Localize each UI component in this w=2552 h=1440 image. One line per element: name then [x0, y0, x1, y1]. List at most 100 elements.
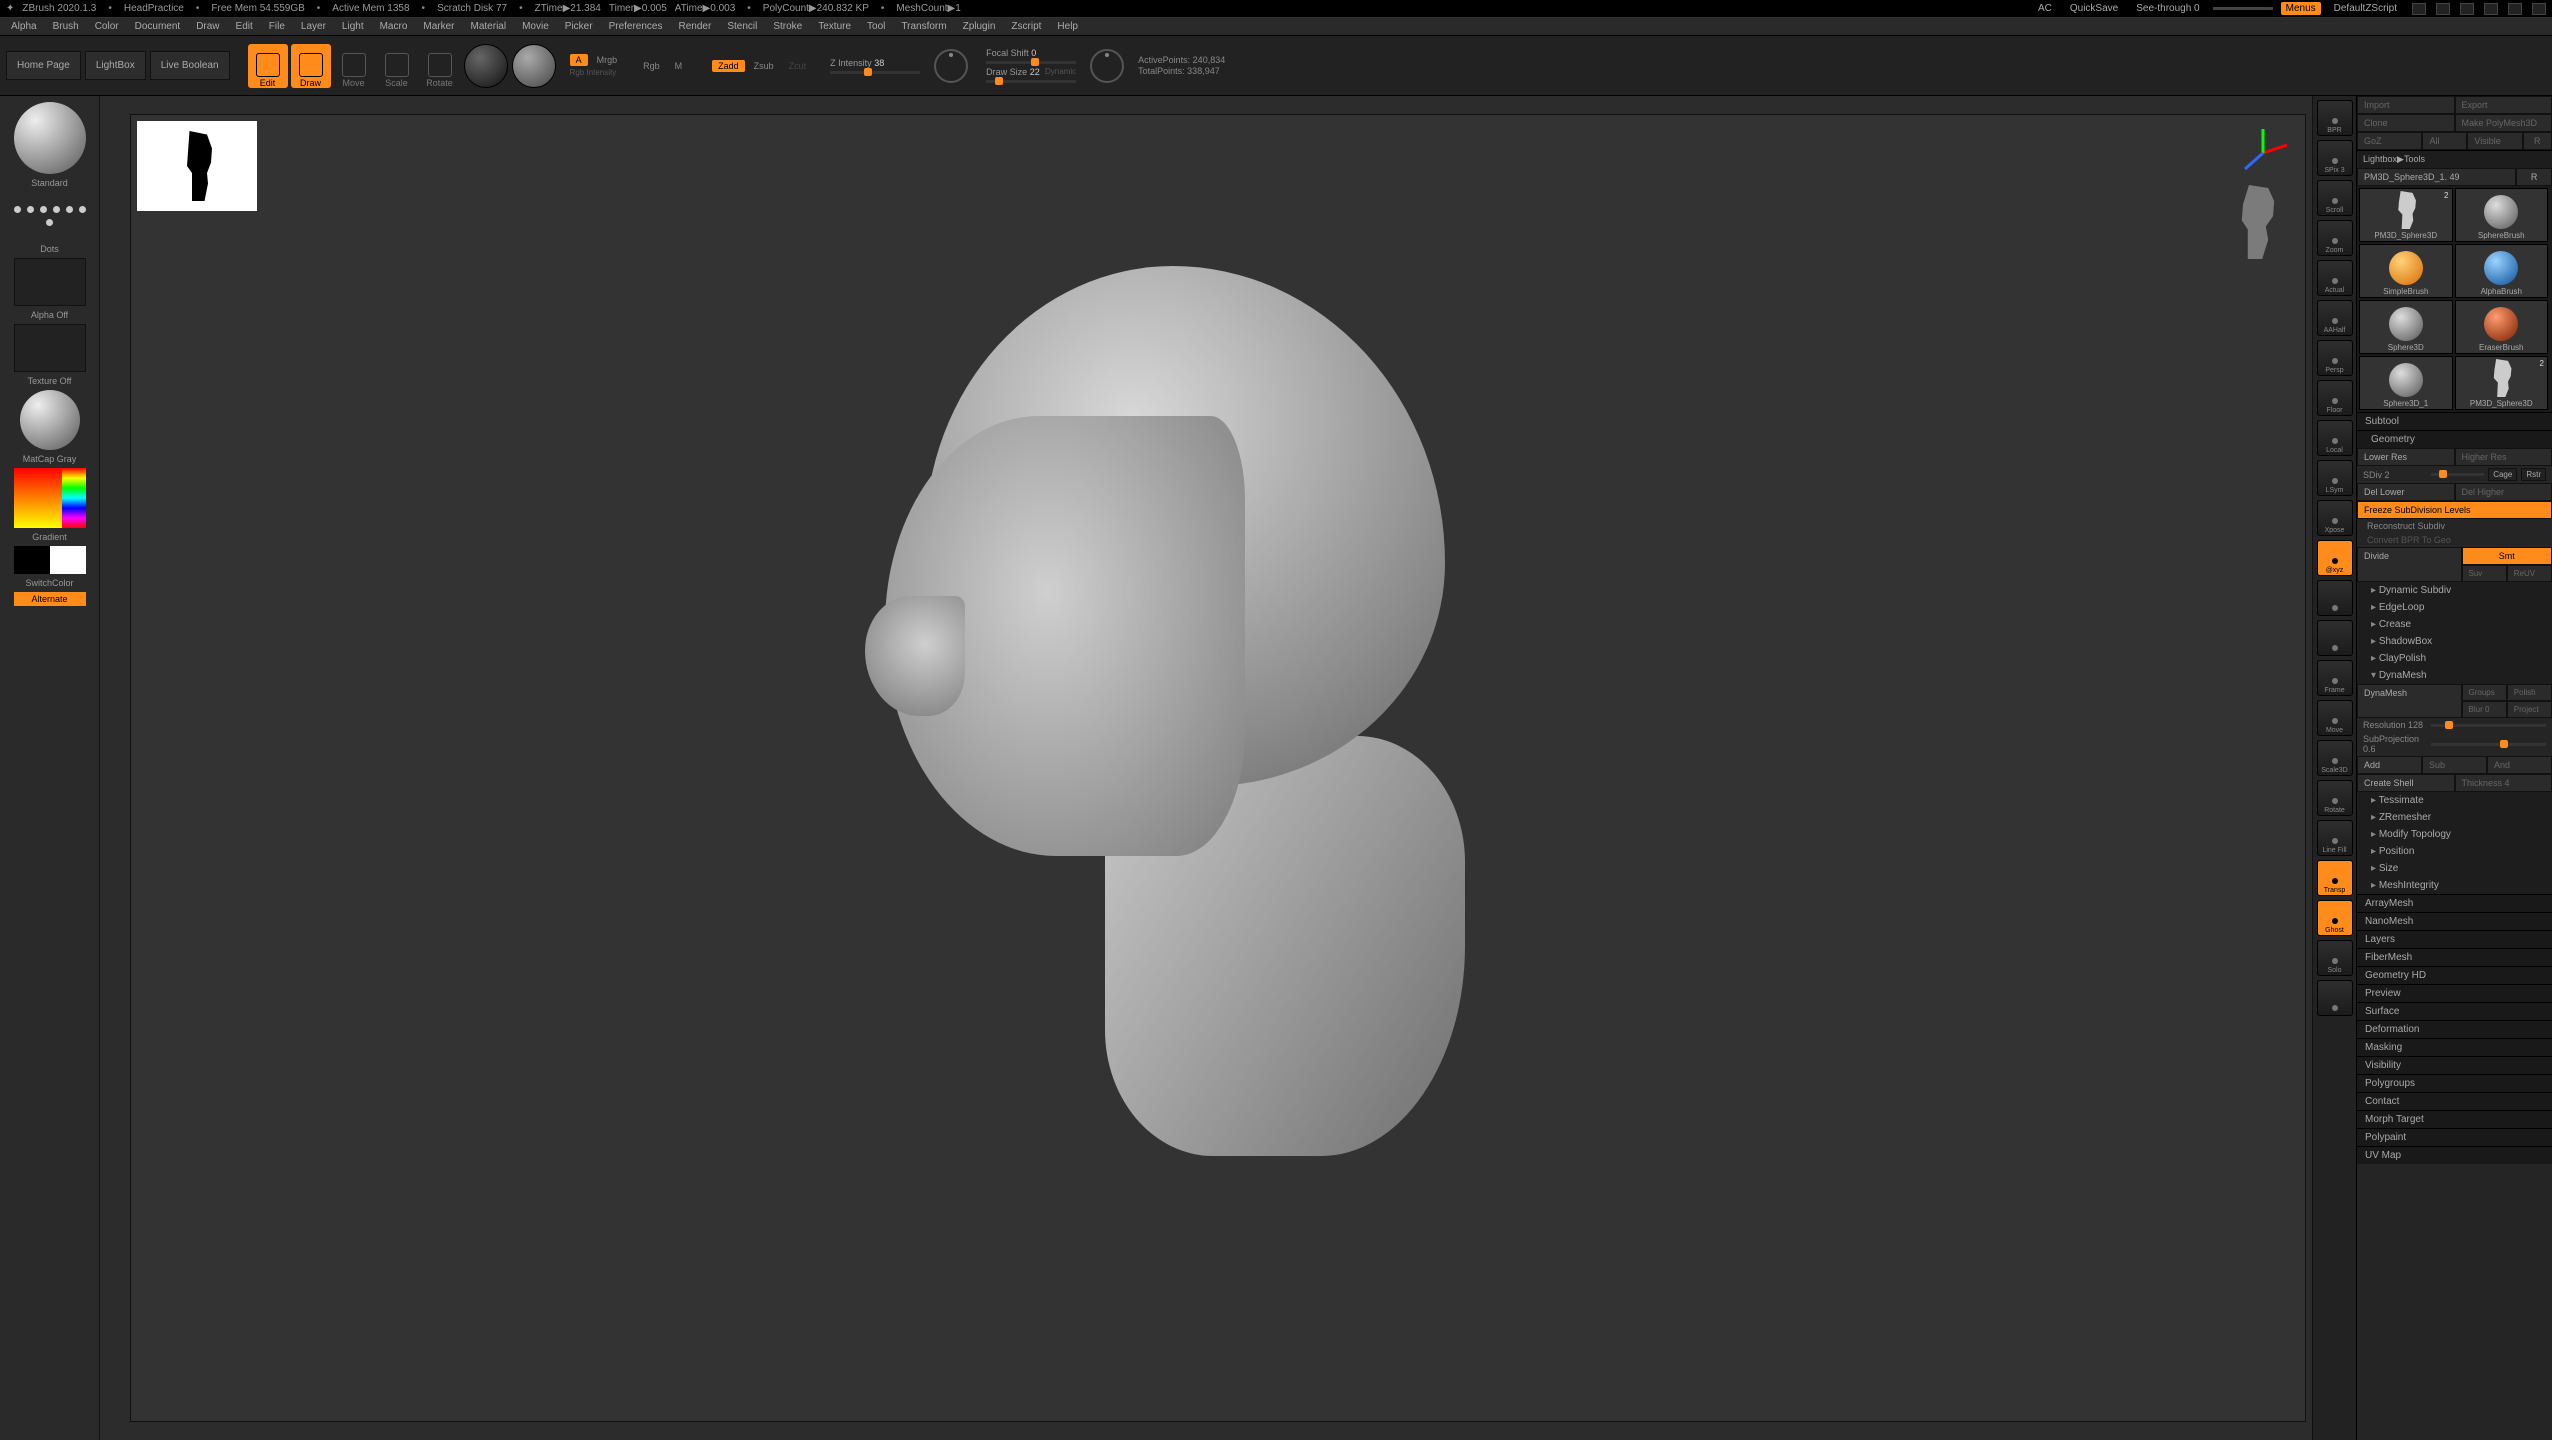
alternate-button[interactable]: Alternate — [14, 592, 86, 606]
menu-movie[interactable]: Movie — [515, 19, 556, 34]
zsub-toggle[interactable]: Zsub — [748, 60, 780, 72]
section-geometry-hd[interactable]: Geometry HD — [2357, 966, 2552, 984]
document-canvas[interactable] — [130, 114, 2306, 1422]
zadd-toggle[interactable]: Zadd — [712, 60, 745, 72]
section-masking[interactable]: Masking — [2357, 1038, 2552, 1056]
camera-preview-icon[interactable] — [2225, 185, 2285, 259]
draw-size-slider[interactable] — [986, 80, 1076, 83]
divide-button[interactable]: Divide — [2357, 547, 2462, 582]
thickness-field[interactable]: Thickness 4 — [2455, 774, 2552, 792]
claypolish-section[interactable]: ClayPolish — [2357, 650, 2552, 667]
vstrip-line-fill[interactable]: Line Fill — [2317, 820, 2353, 856]
menu-picker[interactable]: Picker — [558, 19, 600, 34]
lower-res-button[interactable]: Lower Res — [2357, 448, 2455, 466]
menu-texture[interactable]: Texture — [811, 19, 858, 34]
move-tool[interactable]: Move — [334, 44, 374, 88]
menu-stroke[interactable]: Stroke — [766, 19, 809, 34]
dynamesh-button[interactable]: DynaMesh — [2357, 684, 2462, 718]
zremesher-section[interactable]: ZRemesher — [2357, 809, 2552, 826]
sdiv-slider[interactable] — [2431, 473, 2484, 476]
vstrip-spix-3[interactable]: SPix 3 — [2317, 140, 2353, 176]
color-picker[interactable] — [14, 468, 86, 528]
groups-button[interactable]: Groups — [2462, 684, 2507, 701]
section-fibermesh[interactable]: FiberMesh — [2357, 948, 2552, 966]
blur-field[interactable]: Blur 0 — [2462, 701, 2507, 718]
tool-thumb-pm3d_sphere3d[interactable]: 2PM3D_Sphere3D — [2359, 188, 2453, 242]
menus-toggle[interactable]: Menus — [2281, 2, 2321, 15]
vstrip--xyz[interactable]: @xyz — [2317, 540, 2353, 576]
geometry-section[interactable]: Geometry — [2357, 430, 2552, 448]
section-layers[interactable]: Layers — [2357, 930, 2552, 948]
convert-bpr-button[interactable]: Convert BPR To Geo — [2357, 533, 2552, 547]
history-thumbnail[interactable] — [137, 121, 257, 211]
mrgb-toggle[interactable]: Mrgb — [591, 54, 624, 66]
vstrip-move[interactable]: Move — [2317, 700, 2353, 736]
section-morph-target[interactable]: Morph Target — [2357, 1110, 2552, 1128]
menu-document[interactable]: Document — [128, 19, 188, 34]
add-button[interactable]: Add — [2357, 756, 2422, 774]
polish-button[interactable]: Polish — [2507, 684, 2552, 701]
section-polygroups[interactable]: Polygroups — [2357, 1074, 2552, 1092]
menu-zplugin[interactable]: Zplugin — [956, 19, 1003, 34]
switchcolor-label[interactable]: SwitchColor — [25, 578, 73, 588]
tool-name[interactable]: PM3D_Sphere3D_1. 49 — [2357, 168, 2516, 186]
home-page-tab[interactable]: Home Page — [6, 51, 81, 80]
sub-button[interactable]: Sub — [2422, 756, 2487, 774]
vstrip-floor[interactable]: Floor — [2317, 380, 2353, 416]
alpha-slot[interactable] — [14, 258, 86, 306]
rotate-tool[interactable]: Rotate — [420, 44, 460, 88]
zcut-toggle[interactable]: Zcut — [783, 60, 813, 72]
vstrip-aahalf[interactable]: AAHalf — [2317, 300, 2353, 336]
menu-light[interactable]: Light — [335, 19, 371, 34]
tool-thumb-alphabrush[interactable]: AlphaBrush — [2455, 244, 2549, 298]
edgeloop-section[interactable]: EdgeLoop — [2357, 599, 2552, 616]
create-shell-button[interactable]: Create Shell — [2357, 774, 2455, 792]
draw-tool[interactable]: Draw — [291, 44, 331, 88]
smt-button[interactable]: Smt — [2462, 547, 2552, 565]
seethrough-slider[interactable] — [2213, 7, 2273, 10]
sculpt-mesh[interactable] — [865, 266, 1485, 1166]
a-toggle[interactable]: A — [570, 54, 588, 66]
menu-preferences[interactable]: Preferences — [602, 19, 670, 34]
menu-edit[interactable]: Edit — [229, 19, 260, 34]
cage-button[interactable]: Cage — [2488, 468, 2517, 481]
rgb-toggle[interactable]: Rgb — [637, 60, 666, 72]
edit-tool[interactable]: Edit — [248, 44, 288, 88]
section-preview[interactable]: Preview — [2357, 984, 2552, 1002]
shadowbox-section[interactable]: ShadowBox — [2357, 633, 2552, 650]
goz-r-button[interactable]: R — [2523, 132, 2552, 150]
higher-res-button[interactable]: Higher Res — [2455, 448, 2552, 466]
vstrip-frame[interactable]: Frame — [2317, 660, 2353, 696]
menu-color[interactable]: Color — [88, 19, 126, 34]
crease-section[interactable]: Crease — [2357, 616, 2552, 633]
lightbox-tools-nav[interactable]: Lightbox▶Tools — [2357, 150, 2552, 168]
menu-tool[interactable]: Tool — [860, 19, 892, 34]
size-section[interactable]: Size — [2357, 860, 2552, 877]
gradient-label[interactable]: Gradient — [32, 532, 67, 542]
focal-shift-dial[interactable] — [934, 49, 968, 83]
vstrip-local[interactable]: Local — [2317, 420, 2353, 456]
menu-alpha[interactable]: Alpha — [4, 19, 44, 34]
modify-topology-section[interactable]: Modify Topology — [2357, 826, 2552, 843]
material-preview-icon[interactable] — [20, 390, 80, 450]
make-polymesh-button[interactable]: Make PolyMesh3D — [2455, 114, 2552, 132]
tool-thumb-sphere3d[interactable]: Sphere3D — [2359, 300, 2453, 354]
dynamic-subdiv-section[interactable]: Dynamic Subdiv — [2357, 582, 2552, 599]
section-polypaint[interactable]: Polypaint — [2357, 1128, 2552, 1146]
menu-brush[interactable]: Brush — [46, 19, 86, 34]
subtool-section[interactable]: Subtool — [2357, 412, 2552, 430]
vstrip-ghost[interactable]: Ghost — [2317, 900, 2353, 936]
menu-render[interactable]: Render — [672, 19, 719, 34]
ac-button[interactable]: AC — [2033, 2, 2057, 15]
section-deformation[interactable]: Deformation — [2357, 1020, 2552, 1038]
vstrip-lsym[interactable]: LSym — [2317, 460, 2353, 496]
close-icon[interactable] — [2532, 3, 2546, 15]
menu-material[interactable]: Material — [464, 19, 514, 34]
vstrip-btn[interactable] — [2317, 980, 2353, 1016]
del-lower-button[interactable]: Del Lower — [2357, 483, 2455, 501]
project-button[interactable]: Project — [2507, 701, 2552, 718]
tool-r-button[interactable]: R — [2516, 168, 2552, 186]
menu-help[interactable]: Help — [1050, 19, 1085, 34]
tool-thumb-sphere3d_1[interactable]: Sphere3D_1 — [2359, 356, 2453, 410]
minimize-icon[interactable] — [2484, 3, 2498, 15]
